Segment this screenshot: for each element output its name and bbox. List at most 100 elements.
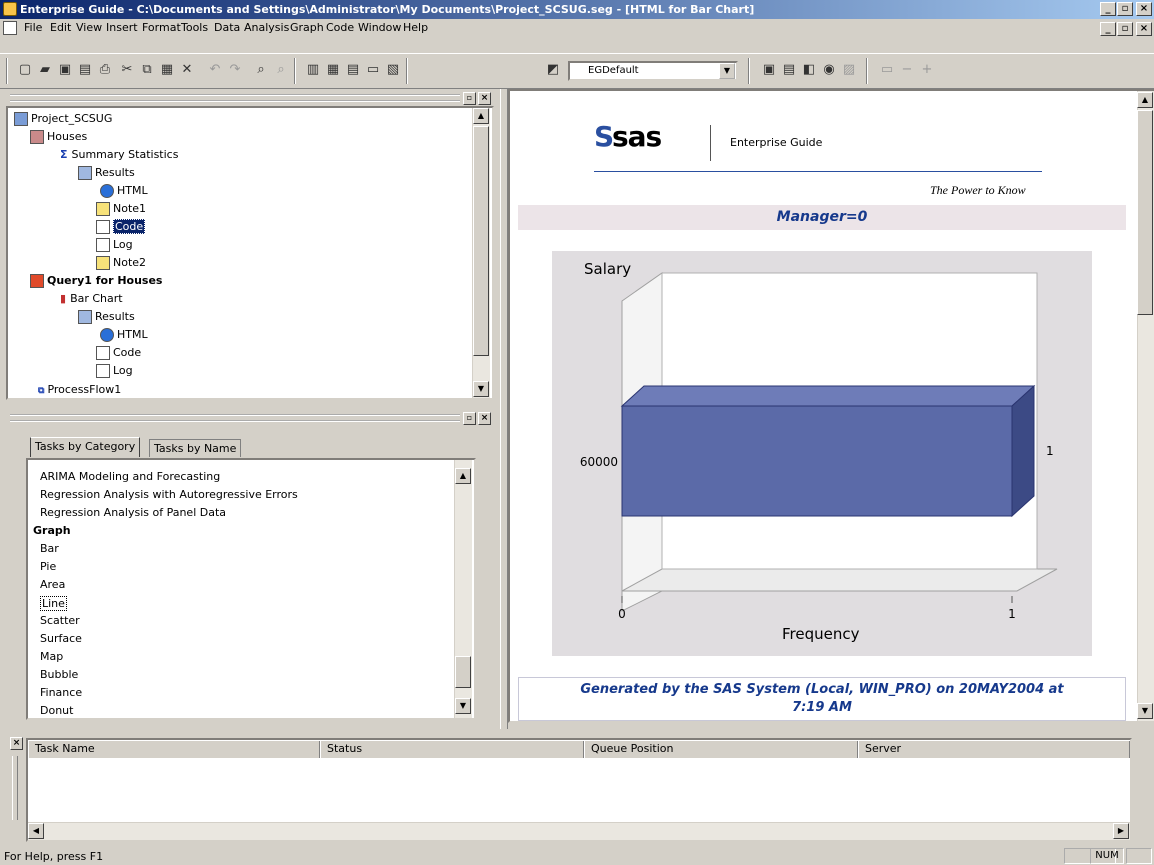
scroll-down-icon[interactable]: ▼: [1137, 703, 1153, 719]
doc-restore-button[interactable]: ▫: [1117, 22, 1133, 36]
save-icon[interactable]: ▣: [56, 61, 74, 79]
refresh-icon[interactable]: ◉: [820, 61, 838, 79]
tab-tasks-by-category[interactable]: Tasks by Category: [30, 437, 141, 457]
column-header-queue-position[interactable]: Queue Position: [584, 741, 858, 758]
project-pane-grip[interactable]: [10, 94, 460, 102]
scroll-up-icon[interactable]: ▲: [455, 468, 471, 484]
menu-format[interactable]: Format: [142, 21, 181, 34]
delete-icon[interactable]: ✕: [178, 61, 196, 79]
tree-item-code[interactable]: Code: [96, 219, 146, 234]
menu-code[interactable]: Code: [326, 21, 354, 34]
maximize-button[interactable]: ▫: [1117, 2, 1133, 16]
task-item[interactable]: Bar: [40, 542, 59, 555]
doc-close-button[interactable]: ×: [1136, 22, 1152, 36]
zoom-in-icon[interactable]: +: [918, 61, 936, 79]
task-item[interactable]: Area: [40, 578, 65, 591]
tree-item-results[interactable]: Results: [78, 310, 135, 324]
tab-tasks-by-name[interactable]: Tasks by Name: [149, 439, 242, 457]
tree-item-project[interactable]: Project_SCSUG: [14, 112, 112, 126]
menu-insert[interactable]: Insert: [106, 21, 138, 34]
menu-file[interactable]: File: [24, 21, 42, 34]
tree-item-query[interactable]: Query1 for Houses: [30, 274, 162, 288]
menu-tools[interactable]: Tools: [181, 21, 208, 34]
menu-view[interactable]: View: [76, 21, 102, 34]
minimize-button[interactable]: _: [1100, 2, 1116, 16]
task-category-graph[interactable]: Graph: [33, 524, 71, 537]
task-pane-grip[interactable]: [10, 414, 460, 422]
save-all-icon[interactable]: ▤: [76, 61, 94, 79]
menu-graph[interactable]: Graph: [290, 21, 324, 34]
tree-item-html[interactable]: HTML: [100, 184, 148, 198]
table-view-icon[interactable]: ▦: [324, 61, 342, 79]
folder-icon[interactable]: ▭: [364, 61, 382, 79]
tree-item-code[interactable]: Code: [96, 346, 141, 360]
pane-restore-button[interactable]: ▫: [463, 412, 476, 425]
tree-item-results[interactable]: Results: [78, 166, 135, 180]
zoom-out-icon[interactable]: −: [898, 61, 916, 79]
tree-item-processflow[interactable]: ⧉ ProcessFlow1: [38, 383, 121, 398]
pane-restore-button[interactable]: ▫: [463, 92, 476, 105]
document-icon[interactable]: [3, 21, 17, 35]
app-icon[interactable]: [3, 2, 17, 16]
schedule-icon[interactable]: ◧: [800, 61, 818, 79]
tree-item-log[interactable]: Log: [96, 238, 133, 252]
task-item[interactable]: Map: [40, 650, 63, 663]
menu-edit[interactable]: Edit: [50, 21, 71, 34]
task-item[interactable]: Regression Analysis of Panel Data: [40, 506, 226, 519]
grid-view-icon[interactable]: ▥: [304, 61, 322, 79]
column-header-server[interactable]: Server: [858, 741, 1130, 758]
cut-icon[interactable]: ✂: [118, 61, 136, 79]
tree-item-note1[interactable]: Note1: [96, 202, 146, 216]
copy-icon[interactable]: ⧉: [138, 61, 156, 79]
report-view[interactable]: S sas Enterprise Guide The Power to Know…: [510, 91, 1137, 721]
style-select[interactable]: EGDefault: [568, 61, 738, 81]
vertical-splitter[interactable]: [500, 89, 508, 729]
tree-item-houses[interactable]: Houses: [30, 130, 87, 144]
doc-minimize-button[interactable]: _: [1100, 22, 1116, 36]
scroll-thumb[interactable]: [455, 656, 471, 688]
scroll-up-icon[interactable]: ▲: [473, 108, 489, 124]
tree-item-bar-chart[interactable]: ▮ Bar Chart: [60, 292, 123, 306]
tree-item-summary-statistics[interactable]: Σ Summary Statistics: [60, 148, 178, 162]
column-header-status[interactable]: Status: [320, 741, 584, 758]
chevron-down-icon[interactable]: ▼: [719, 63, 735, 79]
task-item[interactable]: Regression Analysis with Autoregressive …: [40, 488, 298, 501]
scroll-thumb[interactable]: [1137, 110, 1153, 315]
pane-close-button[interactable]: ×: [478, 92, 491, 105]
tree-item-note2[interactable]: Note2: [96, 256, 146, 270]
scroll-thumb[interactable]: [473, 126, 489, 356]
tree-item-log[interactable]: Log: [96, 364, 133, 378]
task-item-selected[interactable]: Line: [40, 596, 67, 611]
scroll-down-icon[interactable]: ▼: [455, 698, 471, 714]
properties-icon[interactable]: ▭: [878, 61, 896, 79]
tree-item-html[interactable]: HTML: [100, 328, 148, 342]
pane-close-button[interactable]: ×: [478, 412, 491, 425]
task-status-hscrollbar[interactable]: [28, 822, 1130, 840]
list-view-icon[interactable]: ▤: [344, 61, 362, 79]
task-item[interactable]: Scatter: [40, 614, 80, 627]
print-icon[interactable]: ⎙: [96, 61, 114, 79]
task-item[interactable]: Surface: [40, 632, 82, 645]
scroll-up-icon[interactable]: ▲: [1137, 92, 1153, 108]
status-pane-grip[interactable]: [12, 756, 18, 820]
undo-icon[interactable]: ↶: [206, 61, 224, 79]
menu-analysis[interactable]: Analysis: [244, 21, 289, 34]
style-icon[interactable]: ◩: [544, 61, 562, 79]
run-icon[interactable]: ▣: [760, 61, 778, 79]
menu-data[interactable]: Data: [214, 21, 240, 34]
scroll-left-icon[interactable]: ◀: [28, 823, 44, 839]
stop-icon[interactable]: ▤: [780, 61, 798, 79]
task-item[interactable]: Finance: [40, 686, 82, 699]
process-icon[interactable]: ▧: [384, 61, 402, 79]
menu-help[interactable]: Help: [403, 21, 428, 34]
redo-icon[interactable]: ↷: [226, 61, 244, 79]
column-header-task-name[interactable]: Task Name: [28, 741, 320, 758]
find-next-icon[interactable]: ⌕: [272, 61, 290, 79]
task-item[interactable]: Pie: [40, 560, 56, 573]
find-icon[interactable]: ⌕: [252, 61, 270, 79]
task-item[interactable]: ARIMA Modeling and Forecasting: [40, 470, 220, 483]
options-icon[interactable]: ▨: [840, 61, 858, 79]
task-item[interactable]: Bubble: [40, 668, 78, 681]
new-icon[interactable]: ▢: [16, 61, 34, 79]
menu-window[interactable]: Window: [358, 21, 401, 34]
